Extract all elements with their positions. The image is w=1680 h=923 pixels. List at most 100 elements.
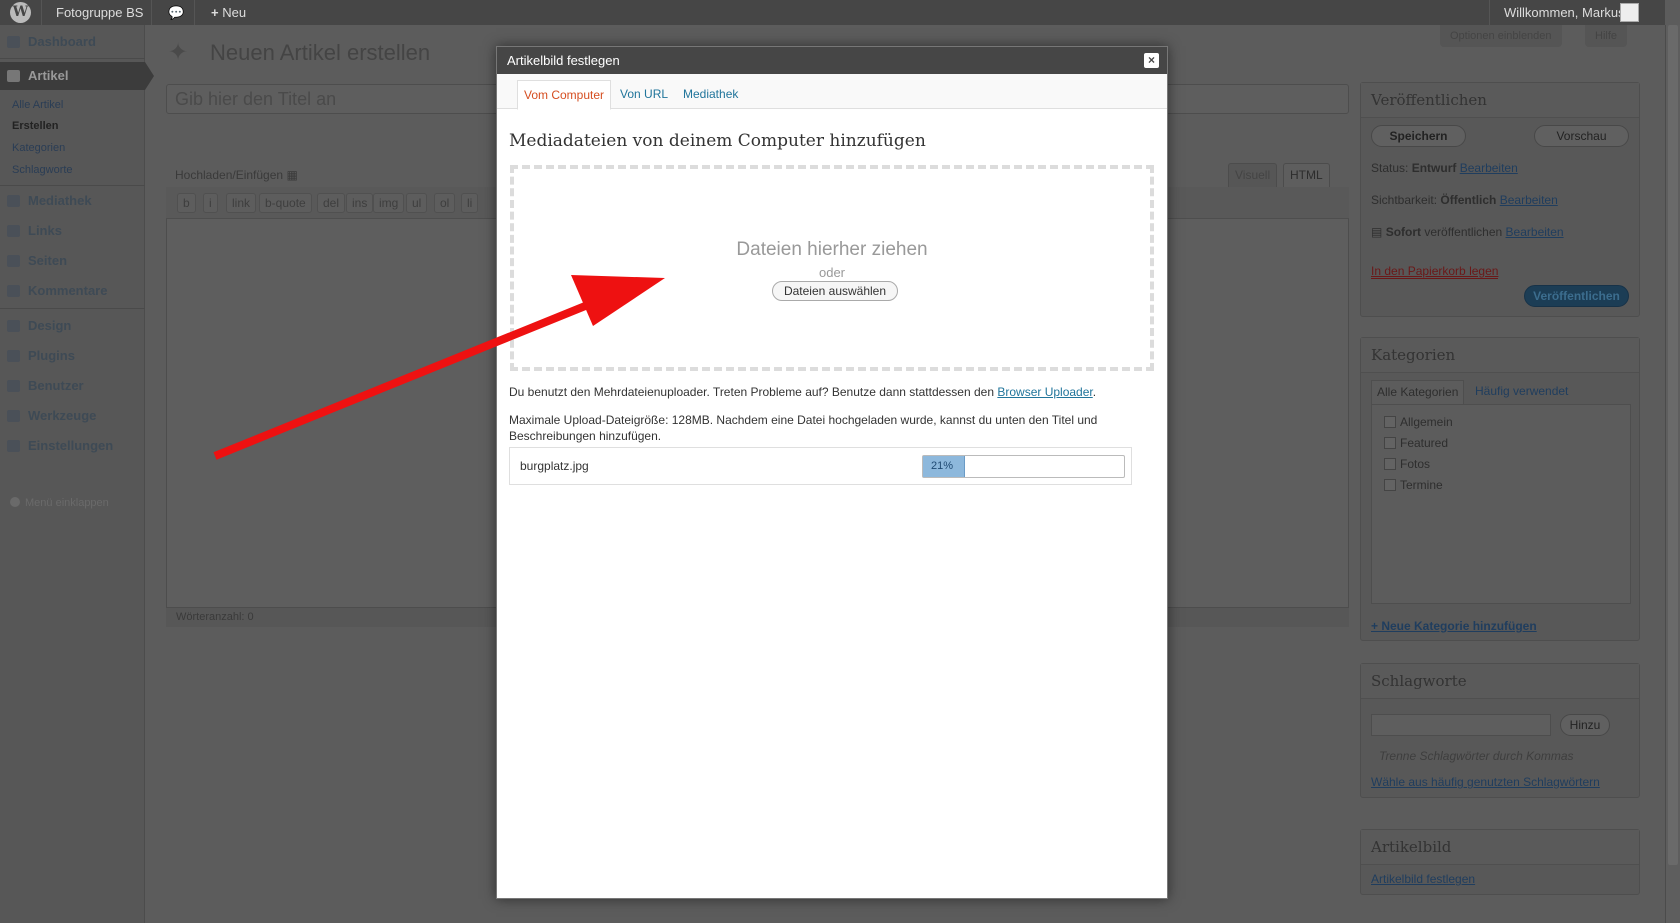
comments-icon[interactable]: 💬	[160, 0, 192, 25]
choose-tags-link[interactable]: Wähle aus häufig genutzten Schlagwörtern	[1371, 775, 1600, 789]
submenu-all-posts[interactable]: Alle Artikel	[12, 99, 63, 111]
tab-from-computer[interactable]: Vom Computer	[517, 80, 612, 110]
menu-item-design[interactable]: Design	[0, 312, 145, 340]
quicktag-del-button[interactable]: del	[317, 193, 346, 213]
submenu-tags[interactable]: Schlagworte	[12, 164, 73, 176]
menu-item-einstellungen[interactable]: Einstellungen	[0, 432, 145, 460]
tab-visual[interactable]: Visuell	[1228, 163, 1278, 187]
checkbox[interactable]	[1384, 458, 1396, 470]
checkbox[interactable]	[1384, 437, 1396, 449]
divider	[1489, 0, 1490, 25]
admin-menu: Dashboard Artikel Alle Artikel Erstellen…	[0, 25, 154, 923]
menu-label: Artikel	[28, 68, 69, 83]
divider	[0, 308, 145, 309]
page-scrollbar[interactable]	[1665, 25, 1680, 923]
menu-item-plugins[interactable]: Plugins	[0, 342, 145, 370]
tab-popular-categories[interactable]: Häufig verwendet	[1475, 380, 1568, 405]
category-item[interactable]: Termine	[1384, 478, 1443, 492]
categories-box-title: Kategorien	[1361, 338, 1639, 373]
quicktag-img-button[interactable]: img	[373, 193, 405, 213]
menu-item-kommentare[interactable]: Kommentare	[0, 277, 145, 305]
menu-item-benutzer[interactable]: Benutzer	[0, 372, 145, 400]
category-checklist: Allgemein Featured Fotos Termine	[1371, 404, 1631, 604]
add-tag-button[interactable]: Hinzu	[1560, 714, 1610, 736]
drop-zone[interactable]: Dateien hierher ziehen oder Dateien ausw…	[510, 165, 1154, 371]
quicktag-link-button[interactable]: link	[226, 193, 257, 213]
edit-status-link[interactable]: Bearbeiten	[1460, 161, 1518, 175]
menu-label: Mediathek	[28, 193, 92, 208]
publish-box: Veröffentlichen Speichern Vorschau Statu…	[1360, 82, 1640, 317]
edit-schedule-link[interactable]: Bearbeiten	[1506, 225, 1564, 239]
featured-image-modal: Artikelbild festlegen × Vom Computer Von…	[496, 46, 1168, 899]
menu-item-werkzeuge[interactable]: Werkzeuge	[0, 402, 145, 430]
quicktag-blockquote-button[interactable]: b-quote	[259, 193, 312, 213]
category-item[interactable]: Featured	[1384, 436, 1448, 450]
preview-button[interactable]: Vorschau	[1534, 125, 1629, 147]
menu-label: Plugins	[28, 348, 75, 363]
quicktag-li-button[interactable]: li	[461, 193, 479, 213]
checkbox[interactable]	[1384, 479, 1396, 491]
divider	[151, 0, 152, 25]
upload-insert-label[interactable]: Hochladen/Einfügen ▦	[175, 168, 298, 182]
upload-file-row: burgplatz.jpg 21%	[509, 447, 1132, 485]
browser-uploader-link[interactable]: Browser Uploader	[997, 385, 1092, 399]
divider	[194, 0, 195, 25]
tab-media-library[interactable]: Mediathek	[677, 80, 744, 109]
upload-progress-bar: 21%	[922, 455, 1125, 478]
wordpress-logo-icon[interactable]: W	[10, 2, 31, 23]
move-to-trash-link[interactable]: In den Papierkorb legen	[1371, 264, 1499, 279]
tab-from-url[interactable]: Von URL	[614, 80, 674, 109]
category-item[interactable]: Allgemein	[1384, 415, 1453, 429]
publish-button[interactable]: Veröffentlichen	[1524, 285, 1629, 307]
help-button[interactable]: Hilfe	[1585, 25, 1628, 47]
avatar[interactable]	[1620, 3, 1639, 22]
site-name-link[interactable]: Fotogruppe BS	[48, 0, 151, 25]
set-featured-image-link[interactable]: Artikelbild festlegen	[1371, 872, 1475, 886]
schedule-label: veröffentlichen	[1424, 225, 1503, 239]
category-item[interactable]: Fotos	[1384, 457, 1430, 471]
visibility-label: Sichtbarkeit:	[1371, 193, 1438, 207]
new-content-button[interactable]: + Neu	[203, 0, 254, 25]
select-files-button[interactable]: Dateien auswählen	[772, 281, 898, 301]
category-label: Allgemein	[1400, 415, 1453, 429]
quicktag-bold-button[interactable]: b	[177, 193, 196, 213]
menu-item-dashboard[interactable]: Dashboard	[0, 28, 145, 56]
add-category-link[interactable]: + Neue Kategorie hinzufügen	[1371, 619, 1537, 633]
submenu-new-post[interactable]: Erstellen	[12, 120, 58, 132]
quicktag-ins-button[interactable]: ins	[346, 193, 374, 213]
welcome-user-link[interactable]: Willkommen, Markus	[1496, 0, 1633, 25]
schedule-row: ▤ Sofort veröffentlichen Bearbeiten	[1371, 225, 1564, 239]
menu-item-seiten[interactable]: Seiten	[0, 247, 145, 275]
uploader-note: Du benutzt den Mehrdateienuploader. Tret…	[509, 385, 1097, 399]
tag-input[interactable]	[1371, 714, 1551, 736]
save-draft-button[interactable]: Speichern	[1371, 125, 1466, 147]
menu-item-mediathek[interactable]: Mediathek	[0, 187, 145, 215]
visibility-row: Sichtbarkeit: Öffentlich Bearbeiten	[1371, 193, 1558, 207]
publish-box-title: Veröffentlichen	[1361, 83, 1639, 118]
close-icon[interactable]: ×	[1144, 53, 1159, 68]
menu-item-links[interactable]: Links	[0, 217, 145, 245]
screen-options-button[interactable]: Optionen einblenden	[1440, 25, 1562, 47]
pin-icon	[7, 70, 20, 82]
submenu-categories[interactable]: Kategorien	[12, 142, 65, 154]
menu-label: Werkzeuge	[28, 408, 97, 423]
tools-icon	[7, 410, 20, 422]
upload-label: Hochladen/Einfügen	[175, 168, 284, 182]
quicktag-ul-button[interactable]: ul	[406, 193, 428, 213]
checkbox[interactable]	[1384, 416, 1396, 428]
edit-visibility-link[interactable]: Bearbeiten	[1500, 193, 1558, 207]
plus-icon: +	[211, 5, 219, 20]
quicktag-italic-button[interactable]: i	[203, 193, 218, 213]
appearance-icon	[7, 320, 20, 332]
house-icon	[7, 36, 20, 48]
collapse-menu-button[interactable]: Menü einklappen	[10, 497, 109, 509]
menu-label: Dashboard	[28, 34, 96, 49]
media-icon	[7, 195, 20, 207]
media-upload-icon[interactable]: ▦	[286, 168, 297, 182]
scrollbar-thumb[interactable]	[1668, 25, 1678, 865]
menu-label: Design	[28, 318, 72, 333]
quicktag-ol-button[interactable]: ol	[434, 193, 456, 213]
tab-html[interactable]: HTML	[1283, 163, 1330, 187]
tab-all-categories[interactable]: Alle Kategorien	[1371, 380, 1465, 405]
menu-item-artikel[interactable]: Artikel	[0, 62, 154, 90]
